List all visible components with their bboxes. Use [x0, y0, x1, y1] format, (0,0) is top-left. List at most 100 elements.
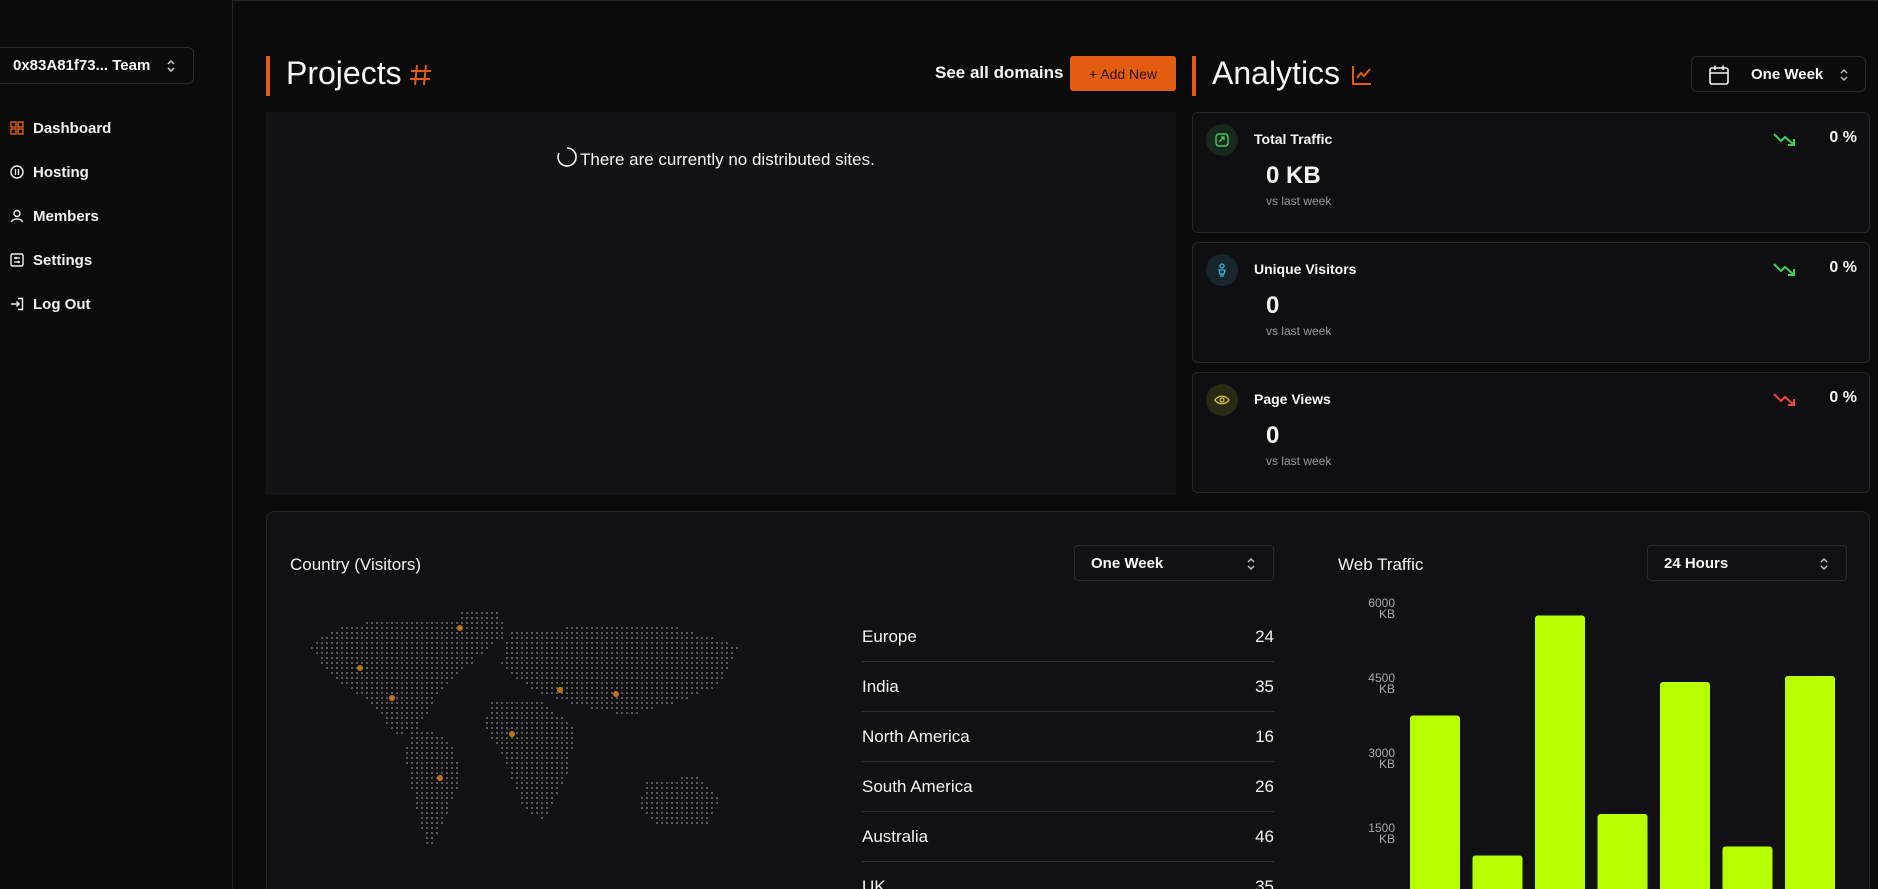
country-count: 16: [1255, 727, 1274, 746]
country-range-select[interactable]: One Week: [1074, 545, 1274, 581]
chart-bar[interactable]: [1785, 676, 1835, 889]
sidebar-item-label: Dashboard: [33, 119, 112, 137]
analytics-range-value: One Week: [1751, 66, 1824, 83]
country-count: 46: [1255, 827, 1274, 846]
map-marker: [557, 687, 563, 693]
user-icon: [10, 209, 24, 223]
dashboard-icon: [10, 121, 24, 135]
map-marker: [389, 695, 395, 701]
map-marker: [457, 625, 463, 631]
country-list: Europe 24 India 35 North America 16 South A…: [862, 612, 1274, 889]
country-name: Australia: [862, 827, 929, 846]
chevron-updown-icon: [1838, 67, 1850, 87]
traffic-range-select[interactable]: 24 Hours: [1647, 545, 1847, 581]
chart-bar[interactable]: [1410, 715, 1460, 889]
loading-spinner-icon: [556, 146, 578, 173]
sidebar-item-dashboard[interactable]: Dashboard: [0, 106, 233, 150]
country-title: Country (Visitors): [290, 555, 421, 574]
country-count: 24: [1255, 627, 1274, 646]
sidebar-item-label: Members: [33, 207, 99, 225]
chevron-updown-icon: [1818, 556, 1830, 576]
sidebar-item-hosting[interactable]: Hosting: [0, 150, 233, 194]
empty-message: There are currently no distributed sites…: [580, 149, 875, 169]
list-item: Europe 24: [862, 612, 1274, 662]
chevron-updown-icon: [1245, 556, 1257, 576]
chart-bar[interactable]: [1472, 855, 1523, 889]
sidebar-nav: Dashboard Hosting Members Settings Log O…: [0, 106, 233, 326]
map-marker: [357, 665, 363, 671]
chart-bar[interactable]: [1597, 814, 1648, 889]
world-map: [311, 612, 738, 844]
stat-card-page-views: Page Views 0 vs last week 0 %: [1192, 372, 1870, 493]
web-traffic-chart: 6000 KB 4500 KB 3000 KB 1500 KB: [1368, 598, 1835, 889]
chart-bar[interactable]: [1722, 846, 1773, 889]
sidebar-item-settings[interactable]: Settings: [0, 238, 233, 282]
map-marker: [437, 775, 443, 781]
analytics-range-select[interactable]: One Week: [1691, 56, 1866, 92]
country-name: Europe: [862, 627, 917, 646]
y-tick-label: 3000 KB: [1368, 746, 1395, 771]
team-selector[interactable]: 0x83A81f73... Team: [0, 47, 194, 84]
stat-percent: 0 %: [1829, 389, 1857, 406]
list-item: South America 26: [862, 762, 1274, 812]
chart-bar[interactable]: [1660, 682, 1710, 889]
sidebar-item-label: Settings: [33, 251, 93, 269]
line-chart-icon: [1351, 64, 1373, 91]
projects-title-text: Projects: [286, 55, 402, 91]
stat-percent: 0 %: [1829, 129, 1857, 146]
eye-icon: [1206, 384, 1238, 416]
visitor-icon: [1206, 254, 1238, 286]
trend-down-icon: [1773, 261, 1797, 282]
team-name: 0x83A81f73... Team: [13, 57, 151, 74]
country-name: India: [862, 677, 899, 696]
list-item: Australia 46: [862, 812, 1274, 862]
country-count: 35: [1255, 877, 1274, 889]
projects-title: Projects: [286, 55, 402, 92]
sidebar-item-label: Hosting: [33, 163, 89, 181]
country-name: North America: [862, 727, 970, 746]
stat-card-unique-visitors: Unique Visitors 0 vs last week 0 %: [1192, 242, 1870, 363]
sidebar: 0x83A81f73... Team Dashboard Hosting Mem…: [0, 0, 233, 889]
list-item: North America 16: [862, 712, 1274, 762]
settings-icon: [10, 253, 24, 267]
country-name: South America: [862, 777, 973, 796]
list-item: India 35: [862, 662, 1274, 712]
sidebar-item-members[interactable]: Members: [0, 194, 233, 238]
stat-label: Unique Visitors: [1254, 261, 1357, 277]
chart-bar[interactable]: [1535, 615, 1585, 889]
chevron-updown-icon: [165, 58, 177, 78]
traffic-range-value: 24 Hours: [1664, 554, 1729, 572]
country-name: UK: [862, 877, 886, 889]
stat-value: 0 KB: [1266, 162, 1321, 189]
app-root: 0x83A81f73... Team Dashboard Hosting Mem…: [0, 0, 1878, 889]
analytics-title-text: Analytics: [1212, 55, 1341, 91]
add-new-button[interactable]: + Add New: [1070, 56, 1176, 91]
y-tick-label: 4500 KB: [1368, 671, 1395, 696]
hosting-icon: [10, 165, 24, 179]
analytics-accent-bar: [1192, 56, 1196, 96]
stat-label: Page Views: [1254, 391, 1331, 407]
map-marker: [509, 731, 515, 737]
calendar-icon: [1708, 64, 1730, 90]
country-range-value: One Week: [1091, 554, 1164, 572]
projects-accent-bar: [266, 56, 270, 96]
stat-subtext: vs last week: [1266, 194, 1332, 208]
stat-subtext: vs last week: [1266, 324, 1332, 338]
y-tick-label: 6000 KB: [1368, 598, 1395, 621]
traffic-icon: [1206, 124, 1238, 156]
trend-down-icon: [1773, 131, 1797, 152]
stat-value: 0: [1266, 422, 1280, 449]
stat-card-total-traffic: Total Traffic 0 KB vs last week 0 %: [1192, 112, 1870, 233]
y-tick-label: 1500 KB: [1368, 821, 1395, 846]
analytics-title: Analytics: [1212, 55, 1340, 92]
stat-value: 0: [1266, 292, 1280, 319]
top-divider: [233, 0, 1878, 1]
stat-label: Total Traffic: [1254, 131, 1333, 147]
stat-percent: 0 %: [1829, 259, 1857, 276]
sidebar-item-logout[interactable]: Log Out: [0, 282, 233, 326]
country-count: 26: [1255, 777, 1274, 796]
sidebar-item-label: Log Out: [33, 295, 91, 313]
map-marker: [613, 691, 619, 697]
see-all-domains-link[interactable]: See all domains: [935, 63, 1064, 83]
logout-icon: [10, 297, 24, 311]
